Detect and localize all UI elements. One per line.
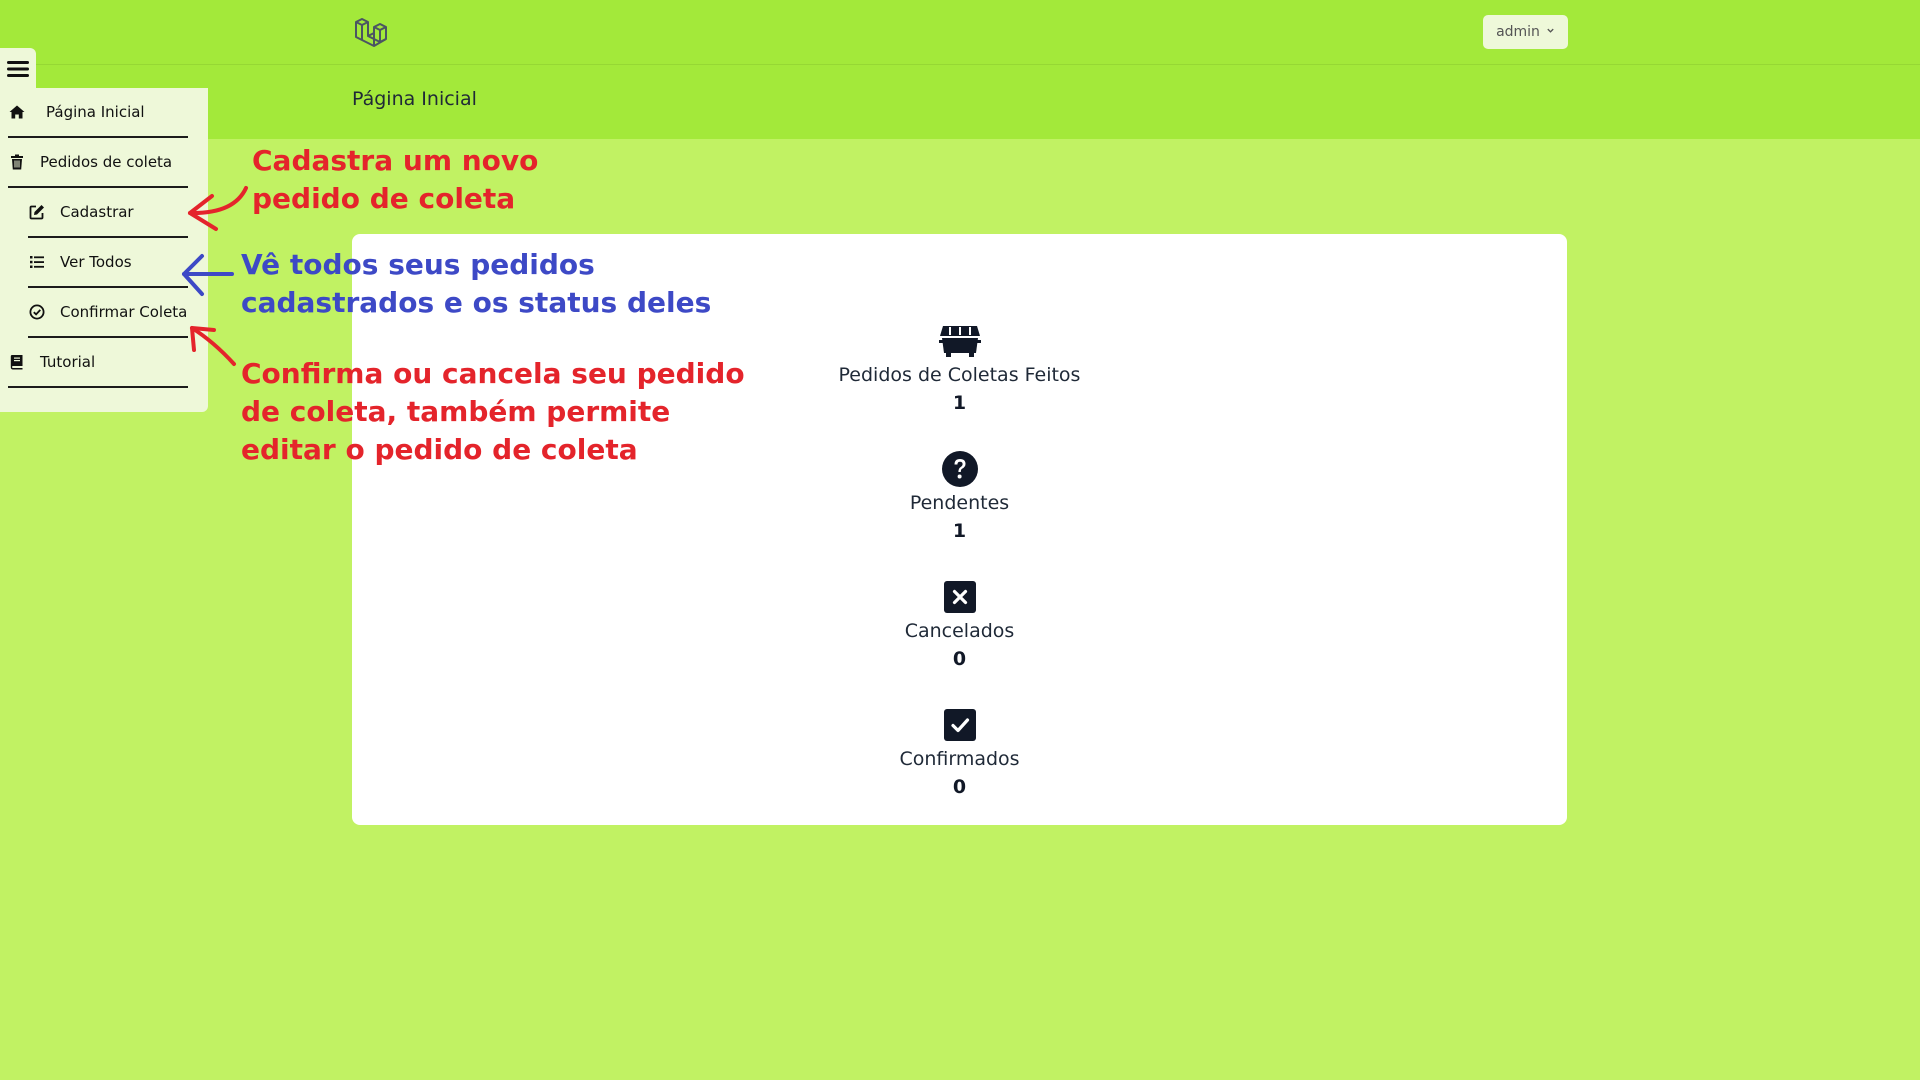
sidebar-item-confirmar-coleta[interactable]: Confirmar Coleta	[28, 288, 188, 338]
sidebar-item-label: Tutorial	[40, 353, 96, 371]
annotation-line: Confirma ou cancela seu pedido	[241, 357, 745, 390]
sidebar-item-pagina-inicial[interactable]: Página Inicial	[8, 88, 188, 138]
annotation-confirmar: Confirma ou cancela seu pedido de coleta…	[241, 355, 745, 469]
stat-value: 0	[952, 776, 967, 798]
trash-icon	[8, 153, 26, 171]
sidebar-item-tutorial[interactable]: Tutorial	[8, 338, 188, 388]
question-circle-icon	[939, 450, 981, 488]
user-menu-dropdown[interactable]: admin	[1483, 15, 1568, 49]
dashboard-stats-card: Pedidos de Coletas Feitos 1 Pendentes 1 …	[352, 234, 1567, 825]
stat-cancelados: Cancelados 0	[352, 578, 1567, 670]
top-navbar: admin Página Inicial	[0, 0, 1920, 139]
chevron-down-icon	[1546, 26, 1555, 38]
hamburger-icon	[7, 61, 29, 77]
annotation-line: Vê todos seus pedidos	[241, 248, 595, 281]
book-icon	[8, 353, 26, 371]
sidebar-item-label: Cadastrar	[60, 203, 134, 221]
annotation-line: de coleta, também permite	[241, 395, 671, 428]
sidebar-item-label: Página Inicial	[46, 103, 145, 121]
annotation-cadastrar: Cadastra um novo pedido de coleta	[252, 142, 538, 218]
home-icon	[8, 103, 26, 121]
annotation-line: pedido de coleta	[252, 182, 516, 215]
sidebar: Página Inicial Pedidos de coleta Cadastr…	[0, 88, 208, 412]
annotation-line: editar o pedido de coleta	[241, 433, 638, 466]
stat-label: Confirmados	[899, 748, 1020, 770]
check-square-icon	[939, 706, 981, 744]
laravel-logo-icon[interactable]	[353, 15, 389, 51]
check-circle-icon	[28, 303, 46, 321]
user-menu-label: admin	[1496, 24, 1540, 40]
sidebar-item-label: Pedidos de coleta	[40, 153, 173, 171]
annotation-line: cadastrados e os status deles	[241, 286, 712, 319]
annotation-arrow-confirmar	[190, 326, 236, 366]
sidebar-item-ver-todos[interactable]: Ver Todos	[28, 238, 188, 288]
sidebar-item-pedidos-de-coleta[interactable]: Pedidos de coleta	[8, 138, 188, 188]
stat-confirmados: Confirmados 0	[352, 706, 1567, 798]
page-title: Página Inicial	[352, 88, 477, 110]
edit-icon	[28, 203, 46, 221]
annotation-line: Cadastra um novo	[252, 144, 539, 177]
annotation-arrow-ver-todos	[182, 254, 234, 296]
list-icon	[28, 253, 46, 271]
stat-label: Cancelados	[904, 620, 1015, 642]
annotation-arrow-cadastrar	[188, 186, 248, 231]
stat-value: 0	[952, 648, 967, 670]
dumpster-icon	[938, 322, 981, 360]
sidebar-toggle-button[interactable]	[0, 48, 36, 90]
stat-value: 1	[952, 520, 967, 542]
sidebar-item-label: Confirmar Coleta	[60, 303, 188, 321]
x-square-icon	[939, 578, 981, 616]
annotation-ver-todos: Vê todos seus pedidos cadastrados e os s…	[241, 246, 711, 322]
sidebar-item-cadastrar[interactable]: Cadastrar	[28, 188, 188, 238]
header-divider	[0, 64, 1920, 65]
stat-label: Pendentes	[909, 492, 1010, 514]
sidebar-item-label: Ver Todos	[60, 253, 132, 271]
